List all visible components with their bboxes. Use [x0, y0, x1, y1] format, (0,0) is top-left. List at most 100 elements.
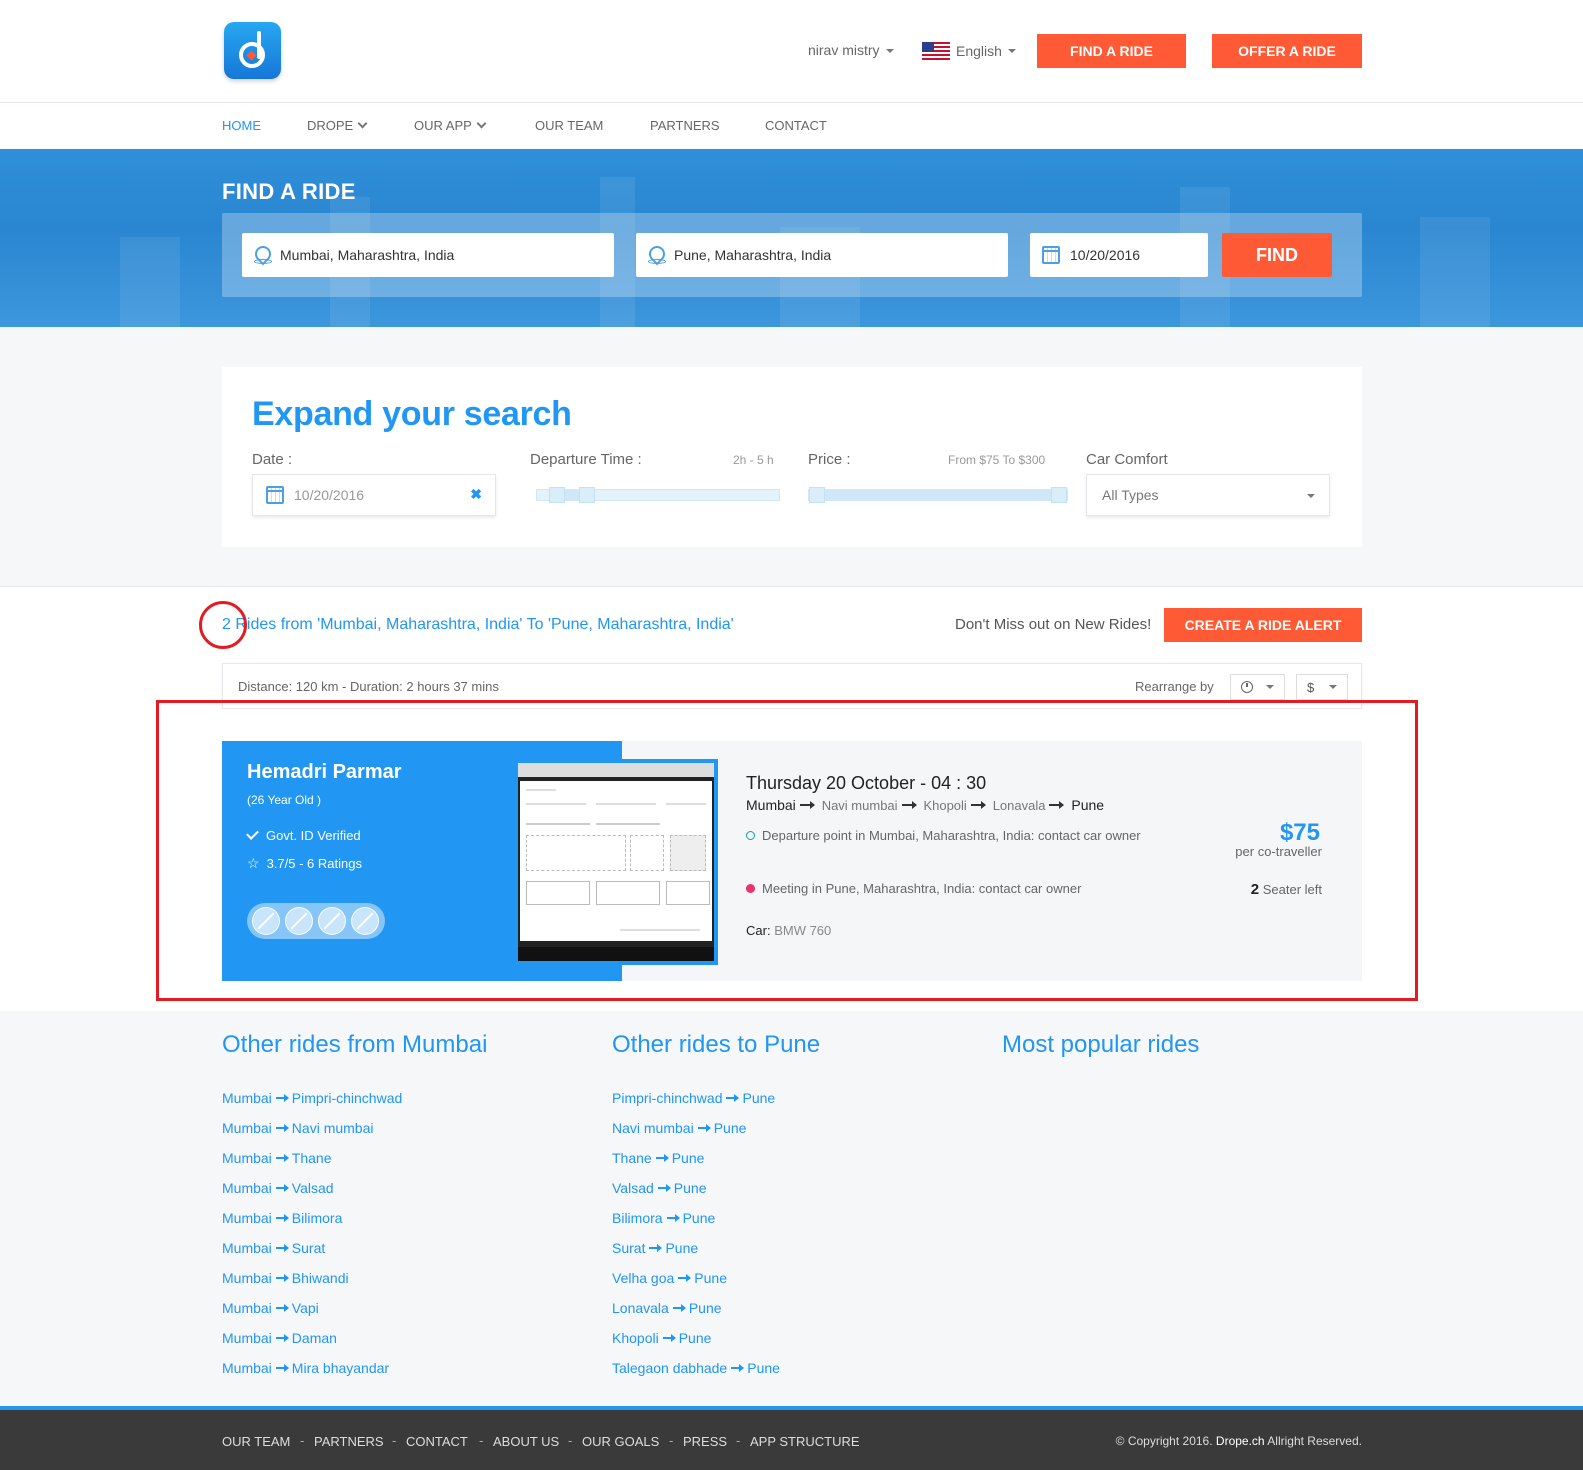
route-link[interactable]: Mumbai Daman	[222, 1330, 337, 1346]
route-link[interactable]: Mumbai Valsad	[222, 1180, 334, 1196]
footer-link[interactable]: APP STRUCTURE	[750, 1434, 860, 1449]
footer-separator: -	[736, 1433, 741, 1448]
route-link[interactable]: Mumbai Navi mumbai	[222, 1120, 374, 1136]
caret-down-icon	[1266, 685, 1274, 689]
sort-by-time[interactable]	[1230, 674, 1285, 700]
route-link-to: Valsad	[291, 1180, 334, 1196]
arrow-right-icon	[275, 1274, 289, 1282]
from-input[interactable]: Mumbai, Maharashtra, India	[242, 233, 614, 277]
route-link[interactable]: Pimpri-chinchwad Pune	[612, 1090, 775, 1106]
find-button[interactable]: FIND	[1222, 233, 1332, 277]
nav-our-app-label: OUR APP	[414, 118, 472, 133]
slider-handle-max[interactable]	[1051, 487, 1067, 503]
hero-title: FIND A RIDE	[222, 179, 356, 204]
filter-date-field[interactable]: 10/20/2016 ✖	[252, 474, 496, 516]
slider-handle-max[interactable]	[579, 487, 595, 503]
caret-down-icon	[1007, 49, 1016, 53]
slider-handle-min[interactable]	[549, 487, 565, 503]
route-link[interactable]: Valsad Pune	[612, 1180, 706, 1196]
date-input[interactable]: 10/20/2016	[1030, 233, 1208, 277]
language-selector[interactable]: English	[922, 42, 1016, 60]
main-nav: HOME DROPE OUR APP OUR TEAM PARTNERS CON…	[0, 103, 1583, 149]
route-link[interactable]: Velha goa Pune	[612, 1270, 727, 1286]
price-label: Price :	[808, 451, 851, 468]
to-value: Pune, Maharashtra, India	[674, 247, 832, 263]
route-link-to: Pune	[742, 1090, 776, 1106]
clear-icon[interactable]: ✖	[470, 486, 482, 503]
route-link-to: Pune	[678, 1330, 712, 1346]
route-link[interactable]: Mumbai Thane	[222, 1150, 332, 1166]
caret-down-icon	[1307, 494, 1315, 498]
other-to-title: Other rides to Pune	[612, 1031, 821, 1058]
nav-our-team[interactable]: OUR TEAM	[535, 118, 603, 133]
find-ride-button[interactable]: FIND A RIDE	[1037, 34, 1186, 68]
dollar-icon: $	[1307, 679, 1315, 695]
arrow-right-icon	[275, 1154, 289, 1162]
footer-separator: -	[479, 1433, 484, 1448]
nav-our-app[interactable]: OUR APP	[414, 118, 487, 133]
calendar-icon	[266, 486, 284, 504]
route-link-to: Pune	[747, 1360, 780, 1376]
route-link[interactable]: Talegaon dabhade Pune	[612, 1360, 780, 1376]
expand-title: Expand your search	[252, 395, 572, 433]
route-link-from: Mumbai	[222, 1360, 272, 1376]
route-link[interactable]: Mumbai Mira bhayandar	[222, 1360, 389, 1376]
route-link-from: Mumbai	[222, 1150, 272, 1166]
from-value: Mumbai, Maharashtra, India	[280, 247, 455, 263]
copyright: © Copyright 2016. Drope.ch Allright Rese…	[1116, 1434, 1362, 1448]
departure-time-slider[interactable]	[536, 487, 780, 503]
route-link[interactable]: Mumbai Surat	[222, 1240, 325, 1256]
route-link-to: Pune	[671, 1150, 705, 1166]
route-link-to: Thane	[291, 1150, 332, 1166]
user-menu[interactable]: nirav mistry	[808, 42, 894, 58]
copyright-brand[interactable]: Drope.ch	[1216, 1434, 1265, 1448]
route-link[interactable]: Bilimora Pune	[612, 1210, 715, 1226]
expand-search-card: Expand your search Date : 10/20/2016 ✖ D…	[222, 367, 1362, 547]
arrow-right-icon	[678, 1274, 692, 1282]
footer-separator: -	[669, 1433, 674, 1448]
footer-link[interactable]: PRESS	[683, 1434, 727, 1449]
price-slider[interactable]	[808, 487, 1068, 503]
route-link-to: Bilimora	[291, 1210, 343, 1226]
arrow-right-icon	[666, 1214, 680, 1222]
other-rides-section	[0, 1011, 1583, 1406]
route-link-to: Vapi	[291, 1300, 319, 1316]
footer-link[interactable]: CONTACT	[406, 1434, 468, 1449]
us-flag-icon	[922, 42, 950, 60]
route-link[interactable]: Mumbai Pimpri-chinchwad	[222, 1090, 402, 1106]
arrow-right-icon	[275, 1304, 289, 1312]
route-link[interactable]: Mumbai Bilimora	[222, 1210, 342, 1226]
slider-handle-min[interactable]	[809, 487, 825, 503]
nav-partners[interactable]: PARTNERS	[650, 118, 720, 133]
route-link[interactable]: Khopoli Pune	[612, 1330, 711, 1346]
route-link-to: Daman	[291, 1330, 337, 1346]
arrow-right-icon	[275, 1184, 289, 1192]
car-comfort-select[interactable]: All Types	[1086, 474, 1330, 516]
sort-by-price[interactable]: $	[1296, 674, 1348, 700]
route-link[interactable]: Navi mumbai Pune	[612, 1120, 746, 1136]
highlight-circle	[199, 601, 247, 649]
route-link-from: Talegaon dabhade	[612, 1360, 728, 1376]
nav-home[interactable]: HOME	[222, 118, 261, 133]
footer-link[interactable]: ABOUT US	[493, 1434, 559, 1449]
create-ride-alert-button[interactable]: CREATE A RIDE ALERT	[1164, 608, 1362, 642]
route-link[interactable]: Surat Pune	[612, 1240, 698, 1256]
nav-drope[interactable]: DROPE	[307, 118, 368, 133]
route-link[interactable]: Thane Pune	[612, 1150, 704, 1166]
route-link[interactable]: Mumbai Vapi	[222, 1300, 319, 1316]
drope-logo-icon[interactable]	[224, 22, 281, 79]
footer-separator: -	[392, 1433, 397, 1448]
route-link-from: Mumbai	[222, 1120, 272, 1136]
footer-link[interactable]: OUR TEAM	[222, 1434, 290, 1449]
footer-link[interactable]: OUR GOALS	[582, 1434, 659, 1449]
offer-ride-button[interactable]: OFFER A RIDE	[1212, 34, 1362, 68]
to-input[interactable]: Pune, Maharashtra, India	[636, 233, 1008, 277]
route-link-to: Pune	[682, 1210, 716, 1226]
arrow-right-icon	[657, 1184, 671, 1192]
footer-link[interactable]: PARTNERS	[314, 1434, 384, 1449]
copyright-prefix: © Copyright 2016.	[1115, 1434, 1213, 1448]
nav-contact[interactable]: CONTACT	[765, 118, 827, 133]
route-link-from: Navi mumbai	[612, 1120, 694, 1136]
route-link[interactable]: Mumbai Bhiwandi	[222, 1270, 349, 1286]
route-link[interactable]: Lonavala Pune	[612, 1300, 722, 1316]
